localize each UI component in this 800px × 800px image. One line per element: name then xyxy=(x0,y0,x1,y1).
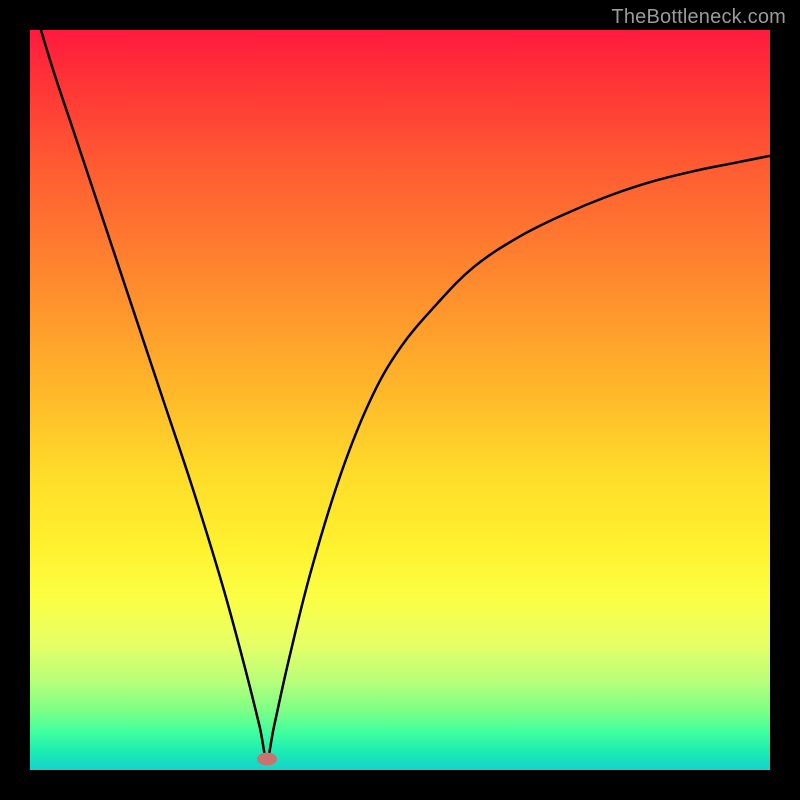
bottleneck-curve xyxy=(30,30,770,770)
chart-frame: TheBottleneck.com xyxy=(0,0,800,800)
optimal-point-marker xyxy=(257,752,277,765)
watermark-text: TheBottleneck.com xyxy=(611,6,786,29)
chart-plot-area xyxy=(30,30,770,770)
